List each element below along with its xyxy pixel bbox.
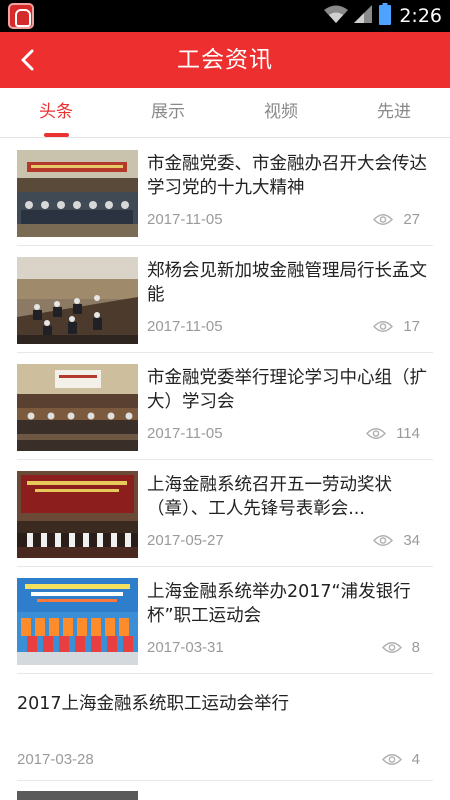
news-item[interactable]: 2017上海金融系统职工运动会举行 2017-03-28 4 — [0, 674, 450, 781]
news-list: 市金融党委、市金融办召开大会传达学习党的十九大精神 2017-11-05 27 … — [0, 139, 450, 781]
eye-icon — [373, 320, 394, 333]
eye-icon — [373, 213, 394, 226]
eye-icon — [381, 753, 402, 766]
news-date: 2017-11-05 — [147, 211, 223, 228]
status-time: 2:26 — [399, 5, 442, 27]
news-thumbnail — [17, 471, 138, 558]
back-button[interactable] — [4, 36, 52, 84]
battery-icon — [379, 3, 392, 29]
status-bar: 2:26 — [0, 0, 450, 32]
news-date: 2017-05-27 — [147, 532, 224, 549]
tab-indicator — [44, 133, 69, 137]
news-date: 2017-03-28 — [17, 751, 94, 768]
news-thumbnail — [17, 257, 138, 344]
news-title: 郑杨会见新加坡金融管理局行长孟文能 — [147, 261, 427, 305]
news-item[interactable]: 市金融党委举行理论学习中心组（扩大）学习会 2017-11-05 114 — [0, 353, 450, 460]
news-thumbnail — [17, 150, 138, 237]
news-views: 8 — [381, 639, 420, 656]
app-icon — [8, 3, 34, 29]
news-thumbnail — [17, 791, 138, 800]
signal-icon — [353, 4, 373, 28]
eye-icon — [381, 641, 402, 654]
news-views: 17 — [373, 318, 420, 335]
app-header: 工会资讯 — [0, 32, 450, 88]
news-item[interactable]: 市金融党委、市金融办召开大会传达学习党的十九大精神 2017-11-05 27 — [0, 139, 450, 246]
eye-icon — [366, 427, 387, 440]
news-view-count: 27 — [403, 211, 420, 228]
divider — [17, 780, 433, 781]
news-views: 4 — [381, 751, 420, 768]
news-item[interactable]: 郑杨会见新加坡金融管理局行长孟文能 2017-11-05 17 — [0, 246, 450, 353]
news-views: 27 — [373, 211, 420, 228]
page-title: 工会资讯 — [177, 47, 273, 73]
news-item[interactable]: 上海金融系统举办2017“浦发银行杯”职工运动会 2017-03-31 8 — [0, 567, 450, 674]
news-title: 上海金融系统召开五一劳动奖状（章）、工人先锋号表彰会... — [147, 475, 392, 519]
tab-headlines[interactable]: 头条 — [0, 88, 112, 138]
news-thumbnail — [17, 364, 138, 451]
news-title: 市金融党委举行理论学习中心组（扩大）学习会 — [147, 368, 427, 412]
news-views: 34 — [373, 532, 420, 549]
news-views: 114 — [366, 425, 420, 442]
news-date: 2017-03-31 — [147, 639, 224, 656]
eye-icon — [373, 534, 394, 547]
tab-bar: 头条 展示 视频 先进 — [0, 88, 450, 138]
news-date: 2017-11-05 — [147, 425, 223, 442]
tab-advanced[interactable]: 先进 — [338, 88, 450, 138]
wifi-icon — [323, 4, 349, 28]
news-view-count: 17 — [403, 318, 420, 335]
news-date: 2017-11-05 — [147, 318, 223, 335]
news-title: 上海金融系统举办2017“浦发银行杯”职工运动会 — [147, 582, 411, 626]
news-view-count: 8 — [411, 639, 420, 656]
news-title: 市金融党委、市金融办召开大会传达学习党的十九大精神 — [147, 154, 427, 198]
news-view-count: 4 — [411, 751, 420, 768]
news-view-count: 114 — [396, 425, 420, 442]
news-view-count: 34 — [403, 532, 420, 549]
tab-video[interactable]: 视频 — [225, 88, 337, 138]
news-item[interactable]: 上海金融系统召开五一劳动奖状（章）、工人先锋号表彰会... 2017-05-27… — [0, 460, 450, 567]
news-thumbnail — [17, 578, 138, 665]
tab-showcase[interactable]: 展示 — [112, 88, 224, 138]
news-title: 2017上海金融系统职工运动会举行 — [17, 694, 290, 714]
chevron-left-icon — [21, 49, 34, 71]
